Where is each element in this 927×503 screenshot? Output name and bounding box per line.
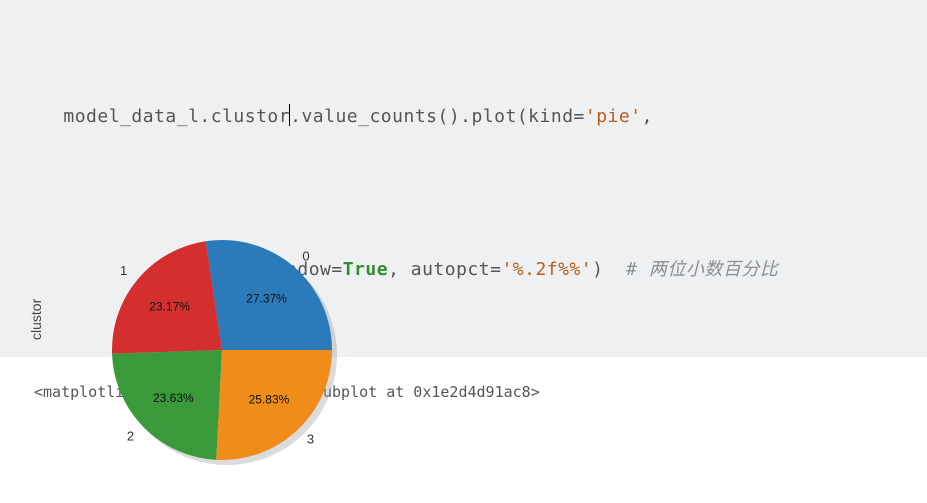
code-token: , bbox=[642, 106, 653, 127]
pie-slice-2 bbox=[112, 350, 222, 460]
code-comment: # 两位小数百分比 bbox=[626, 259, 778, 280]
code-string: 'pie' bbox=[585, 106, 642, 127]
pie-category-label: 1 bbox=[120, 263, 127, 278]
pie-pct-label: 23.63% bbox=[153, 391, 194, 405]
pie-category-label: 0 bbox=[302, 249, 309, 264]
pie-pct-label: 27.37% bbox=[246, 291, 287, 305]
pie-slice-1 bbox=[112, 241, 222, 354]
code-token: .value_counts().plot(kind= bbox=[290, 106, 585, 127]
pie-chart: clustor 27.37%023.17%123.63%225.83%3 bbox=[34, 190, 374, 490]
code-token: model_data_l.clustor bbox=[63, 106, 290, 127]
code-string: '%.2f%%' bbox=[501, 259, 592, 280]
pie-pct-label: 23.17% bbox=[149, 299, 190, 313]
chart-ylabel: clustor bbox=[28, 299, 44, 340]
pie-svg: 27.37% 0 23.17% 1 23.63% 2 25.83% 3 bbox=[92, 210, 392, 490]
code-token: ) bbox=[592, 259, 626, 280]
pie-category-label: 3 bbox=[307, 431, 314, 446]
code-token: , autopct= bbox=[388, 259, 501, 280]
pie-category-label: 2 bbox=[127, 428, 134, 443]
code-line-1: model_data_l.clustor.value_counts().plot… bbox=[18, 71, 909, 163]
pie-pct-label: 25.83% bbox=[249, 392, 290, 406]
